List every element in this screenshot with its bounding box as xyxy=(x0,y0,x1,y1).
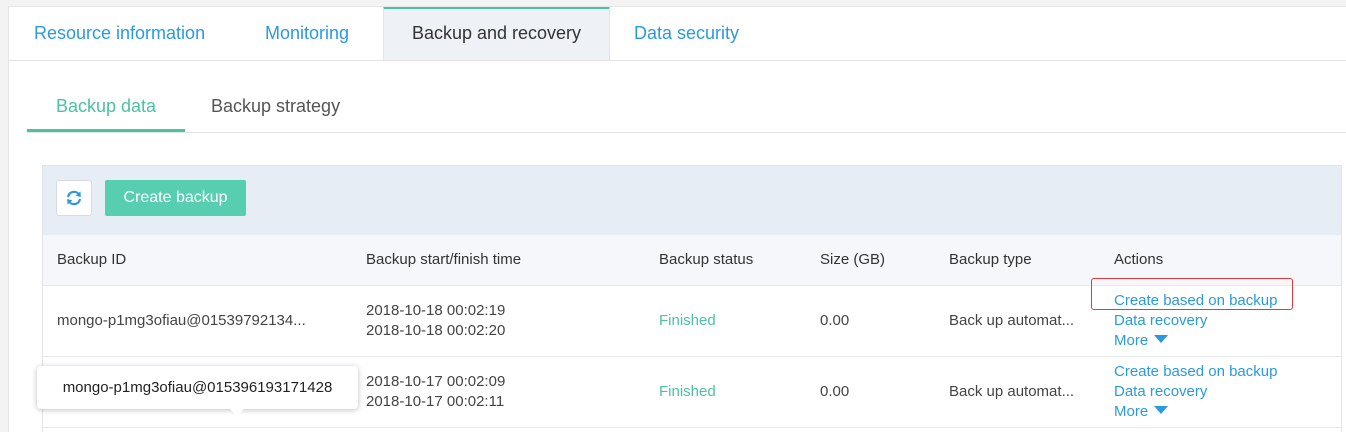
column-header-size: Size (GB) xyxy=(820,251,886,268)
backup-status-cell: Finished xyxy=(659,312,716,329)
more-label: More xyxy=(1114,332,1149,349)
actions-cell: Create based on backup Data recovery Mor… xyxy=(1114,291,1277,351)
column-header-backup-type: Backup type xyxy=(949,251,1032,268)
tooltip-arrow xyxy=(230,409,244,416)
backup-type-cell: Back up automat... xyxy=(949,383,1075,400)
actions-cell: Create based on backup Data recovery Mor… xyxy=(1114,362,1277,422)
backup-finish-time: 2018-10-17 00:02:11 xyxy=(366,393,505,410)
tab-data-security[interactable]: Data security xyxy=(634,7,739,60)
data-recovery-link[interactable]: Data recovery xyxy=(1114,382,1277,402)
backup-size-cell: 0.00 xyxy=(820,312,850,329)
backup-start-time: 2018-10-17 00:02:09 xyxy=(366,373,506,390)
main-tab-bar: Resource information Monitoring Backup a… xyxy=(9,7,1346,61)
column-header-start-finish-time: Backup start/finish time xyxy=(366,251,522,268)
create-based-on-backup-link[interactable]: Create based on backup xyxy=(1114,291,1277,311)
backup-size-cell: 0.00 xyxy=(820,383,850,400)
backup-status-cell: Finished xyxy=(659,383,716,400)
chevron-down-icon xyxy=(1154,406,1169,414)
backup-start-time: 2018-10-18 00:02:19 xyxy=(366,302,506,319)
table-header: Backup ID Backup start/finish time Backu… xyxy=(43,235,1341,286)
more-dropdown[interactable]: More xyxy=(1114,331,1277,351)
subtab-backup-data[interactable]: Backup data xyxy=(27,91,185,132)
tab-monitoring[interactable]: Monitoring xyxy=(265,7,349,60)
column-header-actions: Actions xyxy=(1114,251,1164,268)
more-dropdown[interactable]: More xyxy=(1114,402,1277,422)
backup-time-cell: 2018-10-18 00:02:19 2018-10-18 00:02:20 xyxy=(366,301,505,341)
tab-resource-information[interactable]: Resource information xyxy=(34,7,205,60)
backup-time-cell: 2018-10-17 00:02:09 2018-10-17 00:02:11 xyxy=(366,372,505,412)
backup-toolbar: Create backup xyxy=(43,166,1341,236)
sub-tab-bar: Backup data Backup strategy xyxy=(27,91,1346,133)
create-based-on-backup-link[interactable]: Create based on backup xyxy=(1114,362,1277,382)
refresh-button[interactable] xyxy=(56,180,92,216)
subtab-backup-strategy[interactable]: Backup strategy xyxy=(211,91,340,132)
refresh-icon xyxy=(67,190,81,206)
create-backup-button[interactable]: Create backup xyxy=(105,180,246,216)
chevron-down-icon xyxy=(1154,335,1169,343)
table-row: mongo-p1mg3ofiau@01539792134... 2018-10-… xyxy=(43,286,1341,357)
more-label: More xyxy=(1114,403,1149,420)
backup-id-cell[interactable]: mongo-p1mg3ofiau@01539792134... xyxy=(57,286,306,356)
backup-finish-time: 2018-10-18 00:02:20 xyxy=(366,322,506,339)
backup-id-tooltip: mongo-p1mg3ofiau@015396193171428 xyxy=(37,366,358,416)
backup-type-cell: Back up automat... xyxy=(949,312,1075,329)
tab-backup-and-recovery[interactable]: Backup and recovery xyxy=(383,7,610,60)
data-recovery-link[interactable]: Data recovery xyxy=(1114,311,1277,331)
tooltip-text: mongo-p1mg3ofiau@015396193171428 xyxy=(62,379,333,396)
column-header-backup-status: Backup status xyxy=(659,251,754,268)
column-header-backup-id: Backup ID xyxy=(57,251,127,268)
